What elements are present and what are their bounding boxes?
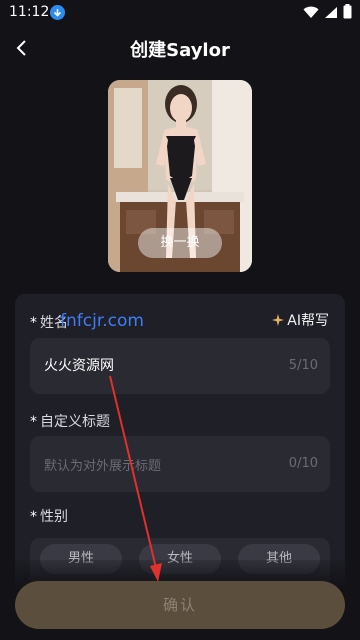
name-field[interactable]: 火火资源网 5/10 bbox=[30, 338, 330, 394]
battery-icon bbox=[343, 4, 352, 23]
required-mark: * bbox=[30, 414, 37, 430]
wifi-icon bbox=[303, 4, 319, 23]
custom-title-label: 自定义标题 bbox=[40, 414, 110, 430]
status-time: 11:12 bbox=[9, 4, 50, 20]
signal-icon bbox=[324, 4, 338, 23]
name-char-count: 5/10 bbox=[288, 358, 318, 373]
status-bar: 11:12 bbox=[0, 0, 360, 26]
required-mark: * bbox=[30, 315, 37, 331]
status-icons bbox=[303, 4, 352, 23]
required-mark: * bbox=[30, 509, 37, 525]
custom-title-placeholder: 默认为对外展示标题 bbox=[44, 459, 162, 474]
avatar-image[interactable]: 换一换 bbox=[108, 80, 252, 272]
create-saylor-screen: 11:12 创建Saylor 换一换 * 姓名 AI帮写 火火资源网 5/10 … bbox=[0, 0, 360, 640]
header: 创建Saylor bbox=[0, 26, 360, 70]
download-icon bbox=[50, 5, 65, 20]
ai-help-button[interactable]: AI帮写 bbox=[272, 310, 329, 330]
sparkle-icon bbox=[272, 314, 285, 326]
custom-title-field[interactable]: 默认为对外展示标题 0/10 bbox=[30, 436, 330, 492]
gender-label: 性别 bbox=[40, 509, 68, 525]
ai-help-label: AI帮写 bbox=[287, 313, 329, 329]
custom-title-label-row: * 自定义标题 bbox=[30, 411, 110, 431]
page-title: 创建Saylor bbox=[130, 40, 230, 61]
gender-label-row: * 性别 bbox=[30, 506, 68, 526]
confirm-button[interactable]: 确认 bbox=[15, 581, 345, 629]
name-value: 火火资源网 bbox=[44, 358, 114, 374]
swap-button[interactable]: 换一换 bbox=[138, 228, 222, 258]
watermark-text: fnfcjr.com bbox=[60, 311, 144, 331]
custom-title-char-count: 0/10 bbox=[288, 456, 318, 471]
